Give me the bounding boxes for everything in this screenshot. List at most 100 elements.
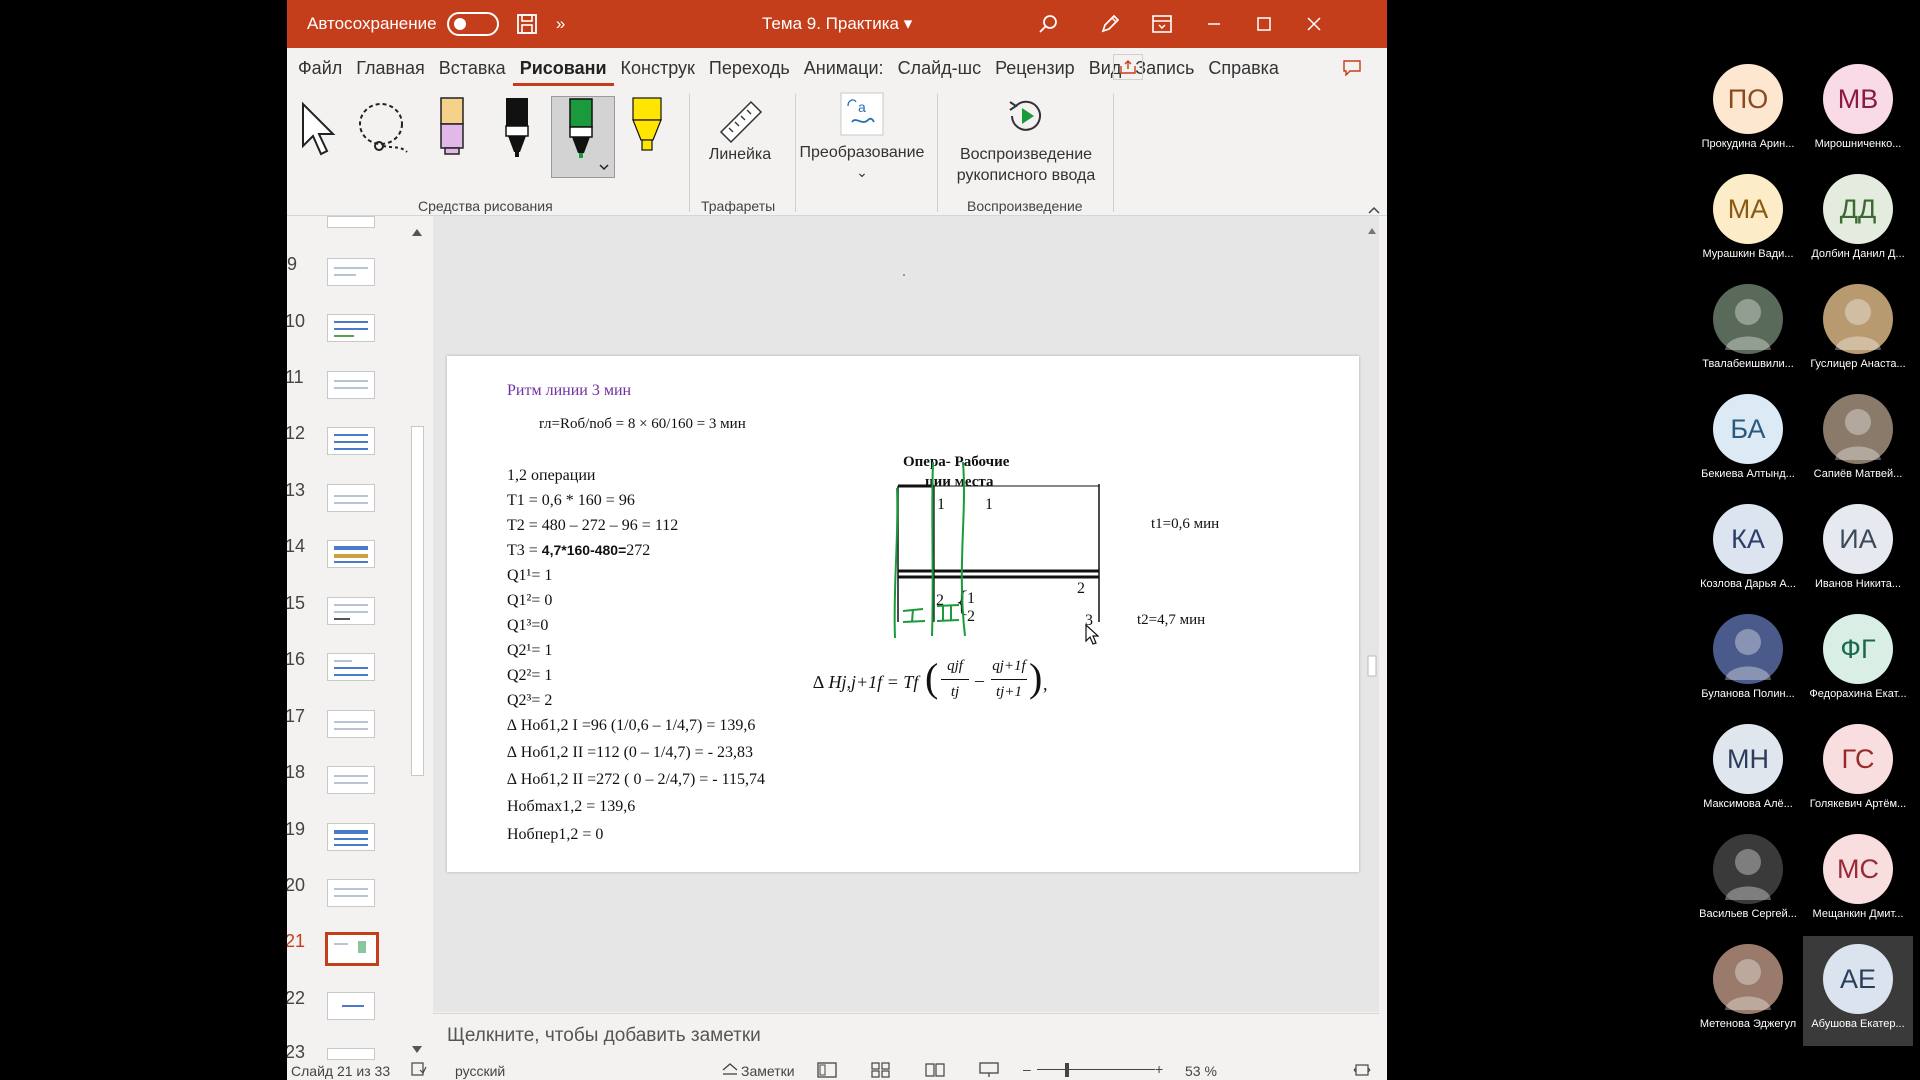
tab-draw[interactable]: Рисовани: [512, 48, 614, 86]
zoom-slider-track[interactable]: [1037, 1069, 1155, 1070]
slide-thumbnail-selected[interactable]: [325, 932, 379, 966]
participant-tile[interactable]: Буланова Полин...: [1693, 606, 1803, 716]
notes-toggle-icon[interactable]: [721, 1062, 739, 1079]
reading-view-icon[interactable]: [925, 1062, 945, 1080]
more-commands-icon[interactable]: »: [547, 10, 575, 38]
slide-thumbnail[interactable]: [327, 1048, 375, 1060]
delta-h-formula: ∆ Hj,j+1f = Tf: [813, 672, 919, 692]
maximize-icon[interactable]: [1249, 10, 1279, 38]
participant-tile[interactable]: МН Максимова Алё...: [1693, 716, 1803, 826]
participant-tile[interactable]: БА Бекиева Алтынд...: [1693, 386, 1803, 496]
replay-label-line1[interactable]: Воспроизведение: [943, 144, 1109, 165]
slide-thumbnail[interactable]: [327, 258, 375, 286]
minimize-icon[interactable]: [1199, 10, 1229, 38]
share-icon[interactable]: [1113, 54, 1143, 80]
green-pen-selected[interactable]: [551, 96, 615, 178]
participant-tile[interactable]: Твалабеишвили...: [1693, 276, 1803, 386]
participant-tile[interactable]: ДД Долбин Данил Д...: [1803, 166, 1913, 276]
ink-convert-icon[interactable]: a: [840, 92, 884, 141]
scroll-down-icon[interactable]: [411, 1042, 423, 1060]
search-icon[interactable]: [1033, 10, 1063, 38]
slide-thumbnail[interactable]: [327, 879, 375, 907]
zoom-out-button[interactable]: –: [1023, 1061, 1031, 1077]
replay-label-line2[interactable]: рукописного ввода: [943, 165, 1109, 186]
participant-tile[interactable]: МС Мещанкин Дмит...: [1803, 826, 1913, 936]
participant-tile[interactable]: Сапиёв Матвей...: [1803, 386, 1913, 496]
participant-tile[interactable]: Метенова Эджегул: [1693, 936, 1803, 1046]
t3-line: T3 = 4,7*160-480=272: [507, 542, 651, 559]
scroll-up-icon[interactable]: [411, 224, 423, 242]
select-tool-icon[interactable]: [299, 100, 339, 161]
ruler-label[interactable]: Линейка: [697, 144, 783, 165]
participant-tile[interactable]: ГС Голякевич Артём...: [1803, 716, 1913, 826]
tab-transitions[interactable]: Переходь: [702, 48, 797, 86]
participant-tile[interactable]: МА Мурашкин Вади...: [1693, 166, 1803, 276]
participant-gallery: ПО Прокудина Арин... МВ Мирошниченко... МА Му…: [1693, 56, 1920, 1046]
participant-tile[interactable]: ИА Иванов Никита...: [1803, 496, 1913, 606]
slide-thumbnail[interactable]: [327, 371, 375, 399]
tab-animations[interactable]: Анимаци:: [797, 48, 891, 86]
chevron-down-icon[interactable]: [598, 159, 610, 177]
canvas-scrollbar[interactable]: [1367, 224, 1377, 934]
zoom-in-button[interactable]: +: [1155, 1061, 1163, 1077]
slide-sorter-icon[interactable]: [871, 1062, 891, 1080]
slide-thumbnail[interactable]: [327, 540, 375, 568]
fit-to-window-icon[interactable]: [1353, 1062, 1371, 1080]
tab-design[interactable]: Конструк: [614, 48, 702, 86]
normal-view-icon[interactable]: [817, 1062, 837, 1080]
document-title[interactable]: Тема 9. Практика ▾: [762, 14, 912, 34]
accessibility-icon[interactable]: [411, 1062, 427, 1079]
slide-thumbnail[interactable]: [327, 823, 375, 851]
lasso-select-icon[interactable]: [357, 100, 409, 161]
slide-thumbnail[interactable]: [327, 216, 375, 228]
tab-help[interactable]: Справка: [1201, 48, 1286, 86]
zoom-level[interactable]: 53 %: [1185, 1063, 1217, 1079]
convert-label[interactable]: Преобразование: [799, 142, 925, 163]
save-icon[interactable]: [513, 10, 541, 38]
slide-thumbnail[interactable]: [327, 766, 375, 794]
thumbnail-scrollbar[interactable]: [406, 216, 428, 1060]
comments-icon[interactable]: [1339, 56, 1365, 80]
fraction1-bar: [941, 679, 969, 680]
tab-review[interactable]: Рецензир: [988, 48, 1082, 86]
participant-tile[interactable]: КА Козлова Дарья А...: [1693, 496, 1803, 606]
slide-thumbnail[interactable]: [327, 710, 375, 738]
tab-file[interactable]: Файл: [291, 48, 349, 86]
language-indicator[interactable]: русский: [455, 1063, 505, 1079]
scroll-thumb[interactable]: [411, 426, 424, 776]
slide-thumbnail[interactable]: [327, 314, 375, 342]
participant-tile[interactable]: МВ Мирошниченко...: [1803, 56, 1913, 166]
slideshow-icon[interactable]: [979, 1062, 999, 1080]
autosave-toggle[interactable]: [446, 12, 499, 36]
participant-name: Бекиева Алтынд...: [1701, 468, 1795, 480]
eraser-pen-icon[interactable]: [437, 96, 467, 163]
tab-insert[interactable]: Вставка: [432, 48, 513, 86]
participant-tile[interactable]: Гуслицер Анаста...: [1803, 276, 1913, 386]
ink-replay-icon[interactable]: [1004, 96, 1048, 141]
ribbon-display-options-icon[interactable]: [1147, 10, 1177, 38]
slide-21[interactable]: Ритм линии 3 мин rл=Rоб/nоб = 8 × 60/160…: [447, 356, 1359, 872]
tab-home[interactable]: Главная: [349, 48, 432, 86]
notes-pane[interactable]: Щелкните, чтобы добавить заметки: [433, 1013, 1379, 1060]
zoom-slider-thumb[interactable]: [1065, 1063, 1069, 1077]
notes-toggle-label[interactable]: Заметки: [741, 1063, 795, 1079]
ruler-icon[interactable]: [715, 96, 765, 149]
close-icon[interactable]: [1299, 10, 1329, 38]
highlighter-icon[interactable]: [629, 96, 665, 163]
fraction2-bar: [991, 679, 1027, 680]
participant-tile[interactable]: Васильев Сергей...: [1693, 826, 1803, 936]
slide-thumbnail[interactable]: [327, 427, 375, 455]
participant-tile[interactable]: ФГ Федорахина Екат...: [1803, 606, 1913, 716]
q1-1-line: Q1¹= 1: [507, 567, 553, 584]
black-pen-icon[interactable]: [502, 96, 532, 163]
chevron-down-icon[interactable]: ⌄: [854, 162, 870, 183]
participant-tile[interactable]: ПО Прокудина Арин...: [1693, 56, 1803, 166]
slide-thumbnail[interactable]: [327, 484, 375, 512]
tab-slideshow[interactable]: Слайд-шс: [891, 48, 989, 86]
slide-thumbnail[interactable]: [327, 992, 375, 1020]
slide-thumbnail[interactable]: [327, 597, 375, 625]
participant-tile[interactable]: АЕ Абушова Екатер...: [1803, 936, 1913, 1046]
formula-comma: ,: [1043, 674, 1048, 694]
pen-icon[interactable]: [1095, 10, 1125, 38]
slide-thumbnail[interactable]: [327, 653, 375, 681]
